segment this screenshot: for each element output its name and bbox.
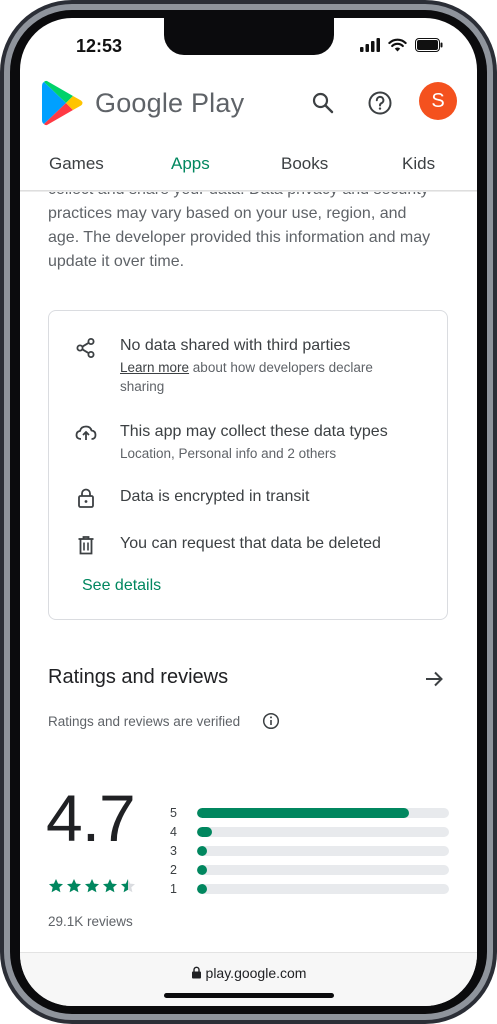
rating-distribution: 5 4 3 2 1	[170, 804, 450, 899]
review-count: 29.1K reviews	[48, 914, 133, 929]
star-filled-icon	[85, 879, 99, 893]
url-display[interactable]: play.google.com	[20, 965, 477, 981]
brand-name: Google Play	[95, 88, 245, 118]
category-tabs: Games Apps Books Kids	[20, 148, 477, 190]
star-filled-icon	[67, 879, 81, 893]
rating-bar-track	[197, 865, 449, 875]
rating-bar-fill	[197, 827, 213, 837]
rating-bar-row-3: 3	[170, 842, 450, 861]
tab-apps[interactable]: Apps	[171, 154, 210, 174]
home-indicator[interactable]	[164, 993, 334, 998]
share-icon	[76, 338, 95, 358]
item-title: Data is encrypted in transit	[120, 488, 310, 505]
trash-icon	[78, 536, 94, 555]
rating-bar-label: 2	[170, 863, 177, 877]
rating-bar-label: 4	[170, 825, 177, 839]
lock-icon	[78, 488, 94, 508]
data-safety-intro: collect and share your data. Data privac…	[48, 192, 431, 270]
status-bar: 12:53	[20, 36, 477, 58]
main-content: collect and share your data. Data privac…	[20, 192, 477, 952]
rating-bar-row-4: 4	[170, 823, 450, 842]
star-filled-icon	[103, 879, 117, 893]
avatar[interactable]: S	[419, 82, 457, 120]
avatar-letter: S	[431, 89, 445, 112]
lock-icon	[191, 966, 201, 979]
google-play-logo-icon[interactable]	[42, 80, 84, 126]
rating-bar-track	[197, 884, 449, 894]
rating-bar-row-1: 1	[170, 880, 450, 899]
average-rating: 4.7	[46, 781, 136, 855]
rating-bar-label: 5	[170, 806, 177, 820]
item-title: This app may collect these data types	[120, 423, 388, 440]
ratings-title: Ratings and reviews	[48, 666, 229, 688]
status-time: 12:53	[76, 36, 123, 56]
url-text: play.google.com	[205, 965, 307, 981]
tab-books[interactable]: Books	[281, 154, 328, 174]
battery-icon	[415, 38, 443, 52]
rating-bar-fill	[197, 865, 208, 875]
tab-games[interactable]: Games	[49, 154, 104, 174]
rating-bar-track	[197, 827, 449, 837]
tab-kids[interactable]: Kids	[402, 154, 435, 174]
screen: 12:53 Google Play S Games Apps Books Kid…	[20, 18, 477, 1006]
search-icon[interactable]	[310, 90, 336, 116]
item-subtitle: Learn more about how developers declare …	[120, 358, 420, 396]
help-icon[interactable]	[367, 90, 393, 116]
item-title: No data shared with third parties	[120, 337, 351, 354]
rating-bar-fill	[197, 846, 208, 856]
star-half-icon	[121, 879, 135, 893]
star-rating	[48, 878, 136, 894]
app-header: Google Play S	[20, 80, 477, 132]
signal-icon	[360, 38, 380, 52]
item-subtitle: Location, Personal info and 2 others	[120, 446, 337, 461]
star-filled-icon	[49, 879, 63, 893]
rating-bar-label: 1	[170, 882, 177, 896]
wifi-icon	[388, 38, 407, 52]
info-icon[interactable]	[262, 712, 280, 730]
learn-more-link[interactable]: Learn more	[120, 360, 189, 375]
rating-bar-row-5: 5	[170, 804, 450, 823]
rating-bar-track	[197, 846, 449, 856]
rating-bar-label: 3	[170, 844, 177, 858]
status-icons	[360, 38, 443, 52]
rating-bar-row-2: 2	[170, 861, 450, 880]
phone-frame: 12:53 Google Play S Games Apps Books Kid…	[0, 0, 497, 1024]
arrow-right-icon[interactable]	[423, 668, 445, 690]
data-safety-card: No data shared with third parties Learn …	[48, 310, 448, 620]
item-title: You can request that data be deleted	[120, 535, 381, 552]
cloud-upload-icon	[75, 425, 97, 440]
rating-bar-fill	[197, 884, 208, 894]
rating-bar-fill	[197, 808, 409, 818]
ratings-verified-text: Ratings and reviews are verified	[48, 714, 241, 729]
rating-bar-track	[197, 808, 449, 818]
see-details-link[interactable]: See details	[82, 577, 161, 595]
